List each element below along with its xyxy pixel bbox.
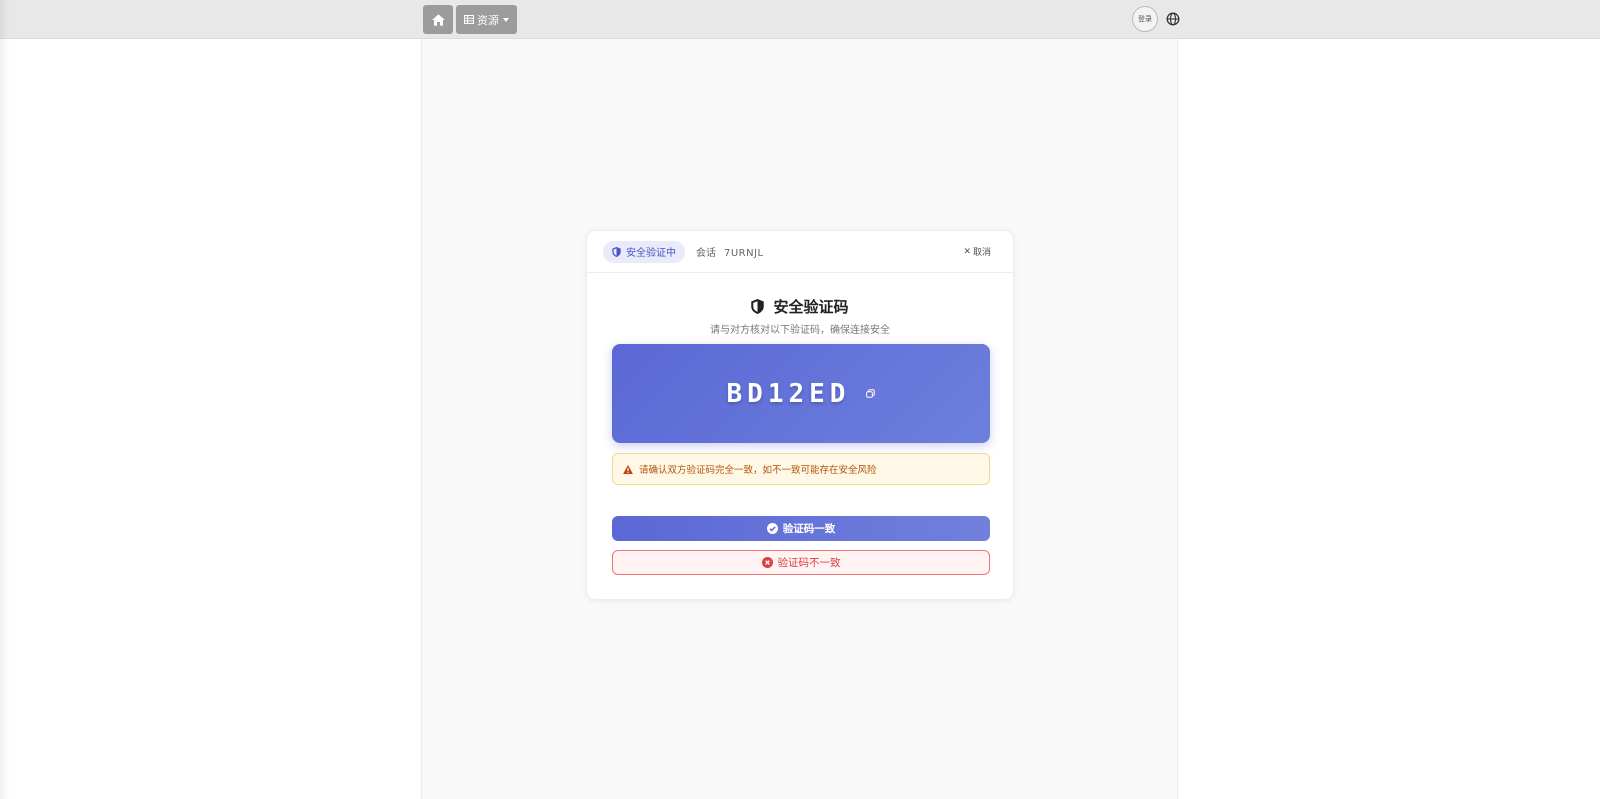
title-row: 安全验证码 xyxy=(587,296,1013,317)
resources-label: 资源 xyxy=(477,13,499,27)
copy-icon[interactable] xyxy=(866,389,876,398)
cancel-label: 取消 xyxy=(972,248,991,258)
warning-icon xyxy=(623,464,633,474)
session-label: 会话 xyxy=(696,248,716,259)
code-mismatch-button[interactable]: 验证码不一致 xyxy=(612,550,990,575)
verification-code: BD12ED xyxy=(726,378,851,409)
login-label: 登录 xyxy=(1138,15,1152,23)
chevron-down-icon xyxy=(503,17,509,22)
session-info: 会话 7URNJL xyxy=(696,244,764,259)
page-edge-shadow xyxy=(0,0,10,799)
resources-dropdown-button[interactable]: 资源 xyxy=(456,5,517,34)
status-badge: 安全验证中 xyxy=(603,240,685,263)
top-navbar: 资源 登录 xyxy=(0,0,1600,39)
code-match-button[interactable]: 验证码一致 xyxy=(612,516,990,541)
home-button[interactable] xyxy=(423,5,453,34)
verification-code-box: BD12ED xyxy=(612,344,990,443)
warning-alert: 请确认双方验证码完全一致，如不一致可能存在安全风险 xyxy=(612,453,990,485)
card-header: 安全验证中 会话 7URNJL ✕ 取消 xyxy=(587,231,1013,273)
grid-icon xyxy=(464,15,474,24)
home-icon xyxy=(431,13,445,26)
subtitle: 请与对方核对以下验证码，确保连接安全 xyxy=(710,325,890,336)
confirm-label: 验证码一致 xyxy=(782,523,836,535)
check-circle-icon xyxy=(766,523,778,534)
globe-icon[interactable] xyxy=(1166,12,1180,26)
shield-icon xyxy=(751,299,765,314)
page-title: 安全验证码 xyxy=(773,298,849,316)
mismatch-label: 验证码不一致 xyxy=(777,557,841,569)
login-button[interactable]: 登录 xyxy=(1132,6,1158,32)
warning-text: 请确认双方验证码完全一致，如不一致可能存在安全风险 xyxy=(639,465,877,476)
status-label: 安全验证中 xyxy=(626,248,676,259)
verification-card: 安全验证中 会话 7URNJL ✕ 取消 安全验证码 请与对方核对以下验证码，确保… xyxy=(586,230,1014,600)
session-id: 7URNJL xyxy=(724,248,764,259)
shield-icon xyxy=(612,246,621,257)
cancel-button[interactable]: ✕ 取消 xyxy=(963,245,991,259)
x-circle-icon xyxy=(761,557,773,568)
close-icon: ✕ xyxy=(963,246,971,257)
